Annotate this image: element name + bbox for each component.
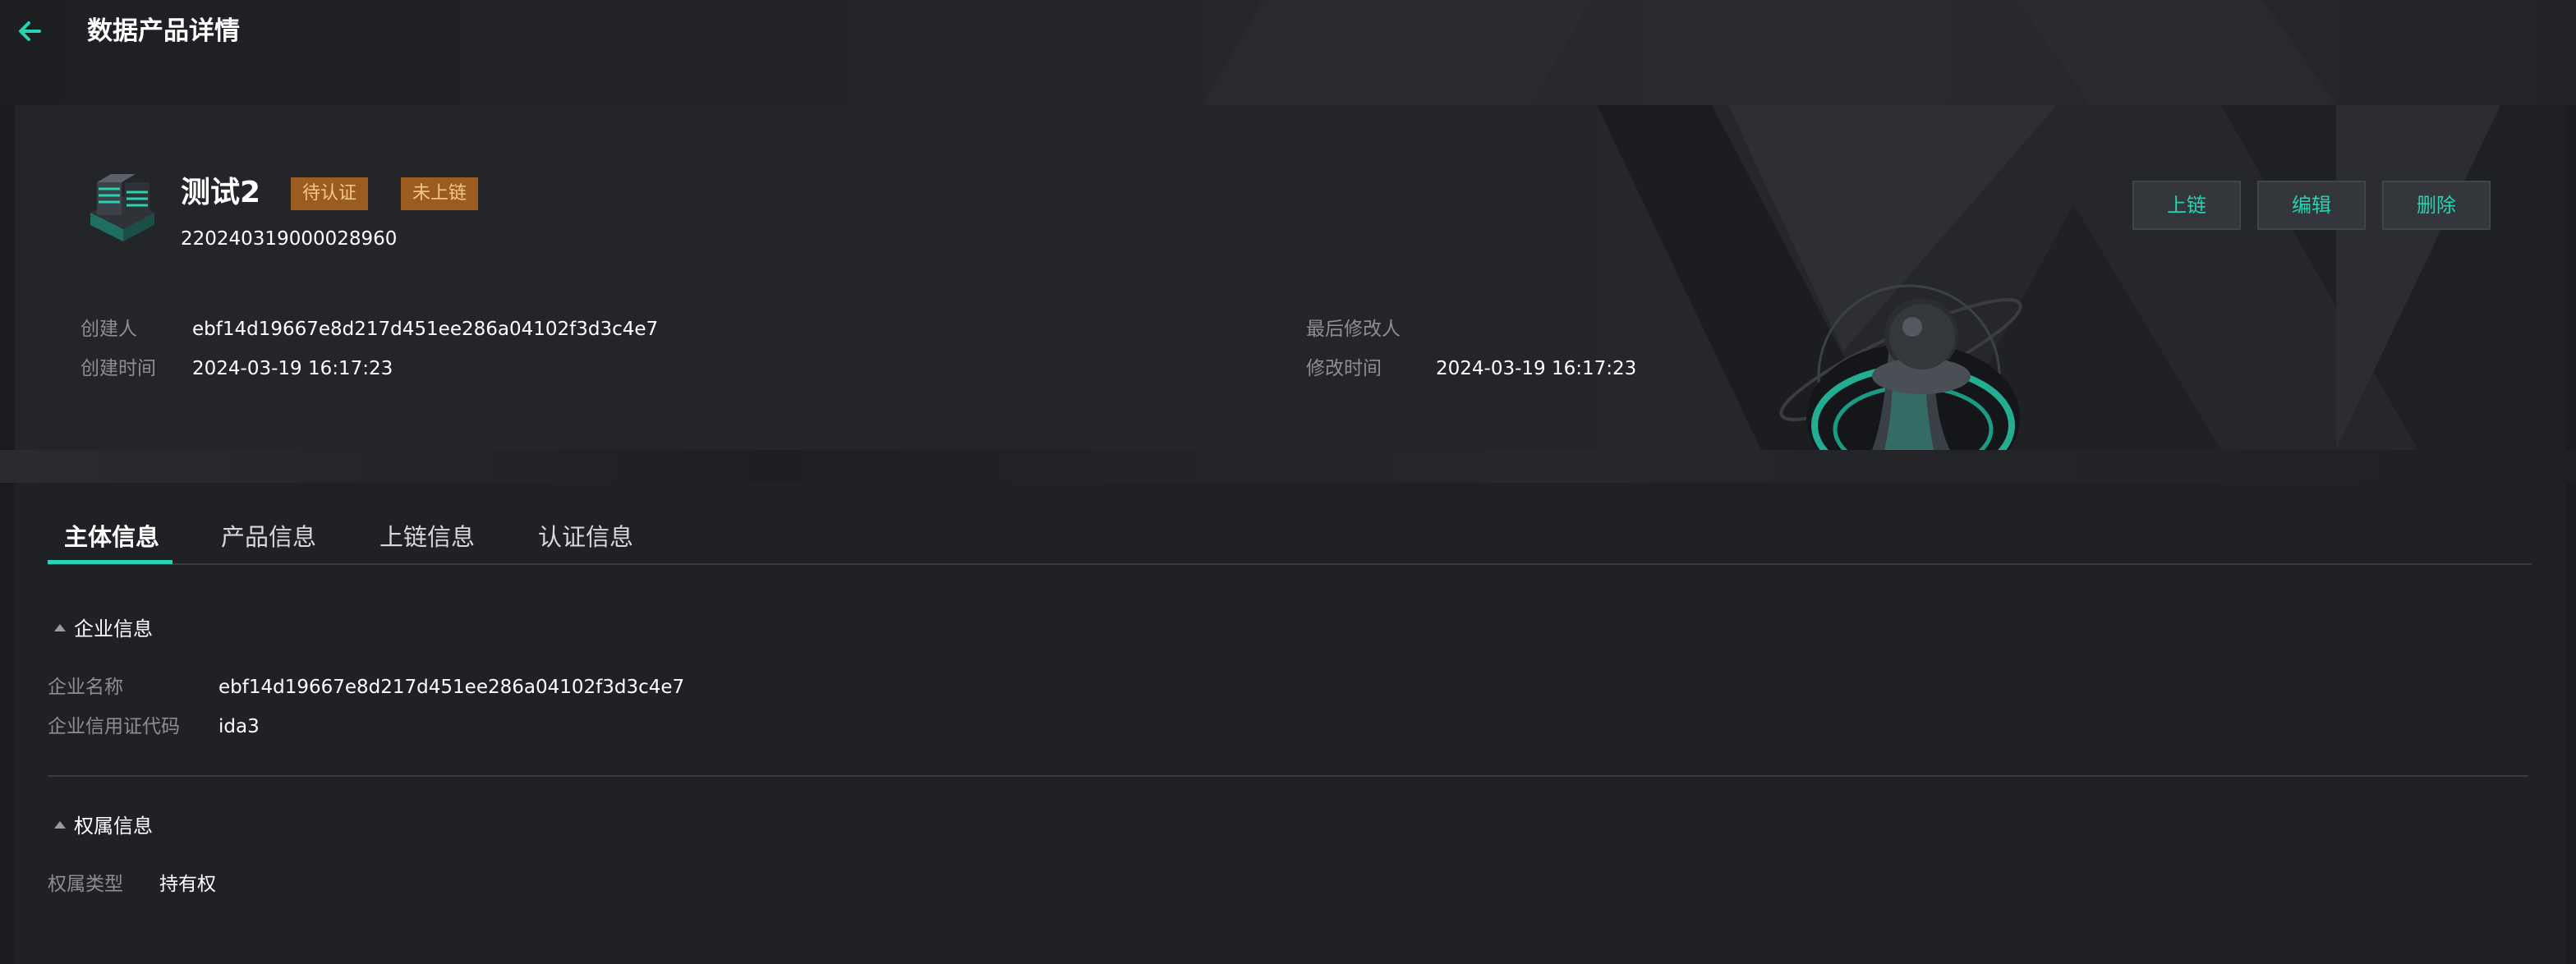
created-time-label: 创建时间 [80, 358, 156, 379]
decorative-background-art [1597, 105, 2566, 450]
section-toggle-enterprise[interactable]: 企业信息 [54, 614, 153, 644]
ownership-type-label: 权属类型 [48, 874, 123, 895]
detail-content-panel: 主体信息 产品信息 上链信息 认证信息 企业信息 企业名称 ebf14d1966… [15, 483, 2566, 964]
modifier-label: 最后修改人 [1306, 319, 1401, 340]
credit-code-label: 企业信用证代码 [48, 716, 180, 737]
section-toggle-ownership[interactable]: 权属信息 [54, 811, 153, 841]
active-tab-indicator [48, 560, 172, 564]
caret-up-icon [54, 623, 66, 631]
chain-button[interactable]: 上链 [2132, 181, 2241, 230]
top-bar-decoration [1202, 0, 1591, 105]
section-divider [48, 775, 2528, 777]
top-bar-decoration [2017, 0, 2337, 105]
created-time-value: 2024-03-19 16:17:23 [192, 358, 393, 379]
modified-time-value: 2024-03-19 16:17:23 [1436, 358, 1637, 379]
page-title: 数据产品详情 [87, 16, 240, 46]
delete-button[interactable]: 删除 [2382, 181, 2491, 230]
tabs-baseline [48, 563, 2532, 565]
enterprise-name-value: ebf14d19667e8d217d451ee286a04102f3d3c4e7 [218, 677, 685, 698]
product-name: 测试2 [181, 176, 261, 209]
caret-up-icon [54, 820, 66, 829]
top-bar [0, 0, 2576, 105]
edit-button[interactable]: 编辑 [2257, 181, 2366, 230]
section-title-enterprise: 企业信息 [74, 617, 153, 640]
header-bottom-strip [0, 450, 2576, 483]
arrow-left-icon[interactable] [13, 15, 46, 48]
stacked-cube-icon [90, 174, 154, 241]
tab-subject-info[interactable]: 主体信息 [64, 519, 159, 555]
product-header-card: 测试2 待认证 未上链 220240319000028960 上链 编辑 删除 … [15, 105, 2566, 450]
ownership-type-value: 持有权 [159, 874, 216, 895]
creator-label: 创建人 [80, 319, 137, 340]
modified-time-label: 修改时间 [1306, 358, 1382, 379]
enterprise-name-label: 企业名称 [48, 677, 123, 698]
product-id: 220240319000028960 [181, 228, 398, 250]
tab-certification-info[interactable]: 认证信息 [538, 519, 633, 555]
status-badge-chain: 未上链 [401, 177, 479, 210]
tab-chain-info[interactable]: 上链信息 [380, 519, 475, 555]
section-title-ownership: 权属信息 [74, 815, 153, 838]
credit-code-value: ida3 [218, 716, 260, 737]
creator-value: ebf14d19667e8d217d451ee286a04102f3d3c4e7 [192, 319, 659, 340]
status-badge-certification: 待认证 [291, 177, 369, 210]
tab-product-info[interactable]: 产品信息 [221, 519, 316, 555]
